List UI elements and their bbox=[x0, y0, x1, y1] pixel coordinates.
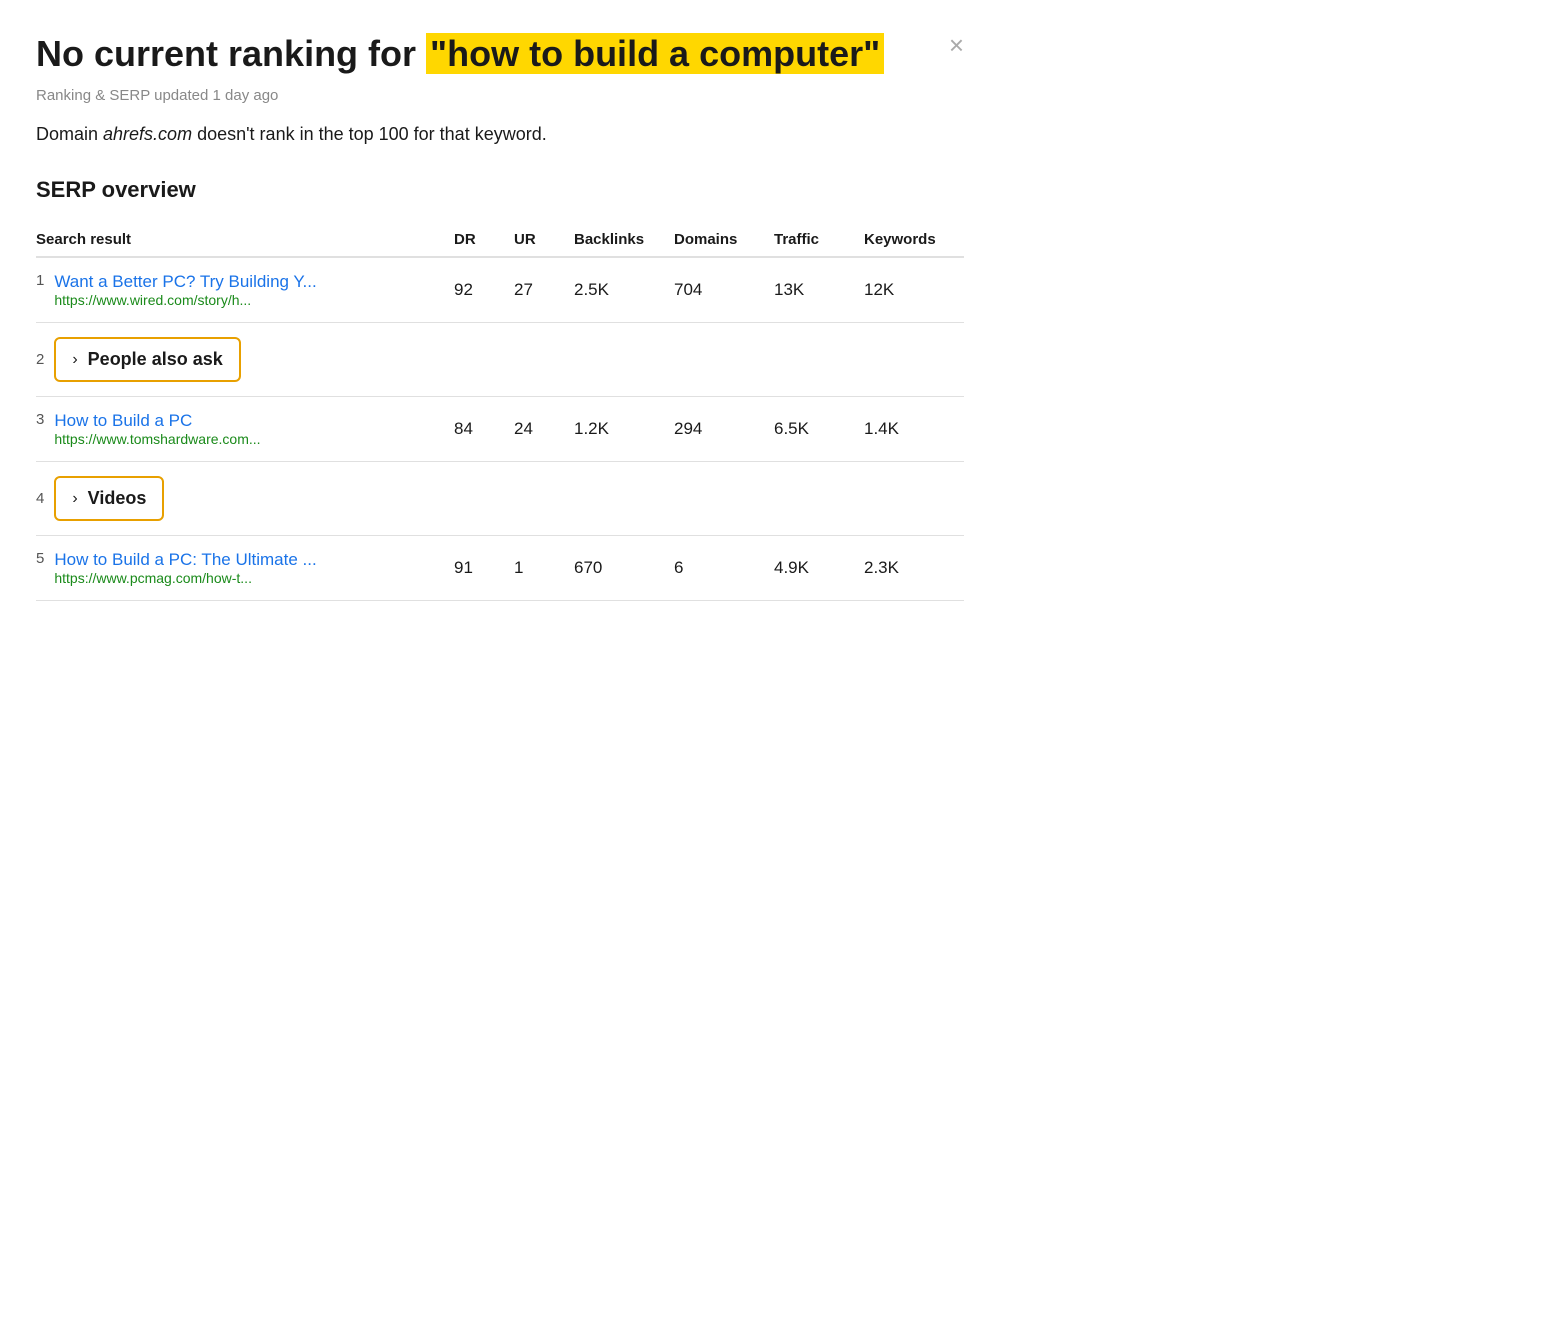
domain-suffix: doesn't rank in the top 100 for that key… bbox=[192, 124, 547, 144]
traffic-value: 13K bbox=[774, 280, 864, 300]
result-url-link[interactable]: https://www.pcmag.com/how-t... bbox=[54, 570, 316, 586]
result-title-link[interactable]: How to Build a PC: The Ultimate ... bbox=[54, 550, 316, 570]
keywords-value: 2.3K bbox=[864, 558, 964, 578]
result-content: How to Build a PC https://www.tomshardwa… bbox=[54, 411, 260, 447]
backlinks-value: 2.5K bbox=[574, 280, 674, 300]
serp-title: SERP overview bbox=[36, 177, 964, 203]
domains-value: 6 bbox=[674, 558, 774, 578]
traffic-value: 4.9K bbox=[774, 558, 864, 578]
col-ur: UR bbox=[514, 231, 574, 248]
table-row-special: 2 › People also ask bbox=[36, 323, 964, 397]
traffic-value: 6.5K bbox=[774, 419, 864, 439]
result-cell: 1 Want a Better PC? Try Building Y... ht… bbox=[36, 272, 454, 308]
domains-value: 294 bbox=[674, 419, 774, 439]
ur-value: 1 bbox=[514, 558, 574, 578]
chevron-icon: › bbox=[72, 490, 77, 508]
special-row-content: 2 › People also ask bbox=[36, 337, 964, 382]
keywords-value: 12K bbox=[864, 280, 964, 300]
result-cell: 3 How to Build a PC https://www.tomshard… bbox=[36, 411, 454, 447]
result-content: How to Build a PC: The Ultimate ... http… bbox=[54, 550, 316, 586]
row-index: 5 bbox=[36, 550, 44, 567]
dr-value: 91 bbox=[454, 558, 514, 578]
result-url-link[interactable]: https://www.tomshardware.com... bbox=[54, 431, 260, 447]
subtitle: Ranking & SERP updated 1 day ago bbox=[36, 87, 964, 104]
domains-value: 704 bbox=[674, 280, 774, 300]
title-prefix: No current ranking for bbox=[36, 33, 426, 74]
result-title-link[interactable]: Want a Better PC? Try Building Y... bbox=[54, 272, 316, 292]
results-table: Search result DR UR Backlinks Domains Tr… bbox=[36, 223, 964, 601]
col-keywords: Keywords bbox=[864, 231, 964, 248]
table-row-special: 4 › Videos bbox=[36, 462, 964, 536]
special-row-content: 4 › Videos bbox=[36, 476, 964, 521]
row-index: 2 bbox=[36, 351, 44, 368]
table-header: Search result DR UR Backlinks Domains Tr… bbox=[36, 223, 964, 258]
col-search-result: Search result bbox=[36, 231, 454, 248]
backlinks-value: 1.2K bbox=[574, 419, 674, 439]
title-highlight: "how to build a computer" bbox=[426, 33, 884, 74]
videos-label: Videos bbox=[88, 488, 147, 509]
close-button[interactable]: × bbox=[949, 32, 964, 58]
col-dr: DR bbox=[454, 231, 514, 248]
row-index: 4 bbox=[36, 490, 44, 507]
header-area: × No current ranking for "how to build a… bbox=[36, 32, 964, 145]
table-row: 5 How to Build a PC: The Ultimate ... ht… bbox=[36, 536, 964, 601]
videos-box[interactable]: › Videos bbox=[54, 476, 164, 521]
result-title-link[interactable]: How to Build a PC bbox=[54, 411, 260, 431]
ur-value: 24 bbox=[514, 419, 574, 439]
backlinks-value: 670 bbox=[574, 558, 674, 578]
col-domains: Domains bbox=[674, 231, 774, 248]
result-cell: 5 How to Build a PC: The Ultimate ... ht… bbox=[36, 550, 454, 586]
dr-value: 84 bbox=[454, 419, 514, 439]
people-also-ask-label: People also ask bbox=[88, 349, 223, 370]
result-url-link[interactable]: https://www.wired.com/story/h... bbox=[54, 292, 316, 308]
serp-section: SERP overview Search result DR UR Backli… bbox=[36, 177, 964, 601]
keywords-value: 1.4K bbox=[864, 419, 964, 439]
ur-value: 27 bbox=[514, 280, 574, 300]
table-row: 3 How to Build a PC https://www.tomshard… bbox=[36, 397, 964, 462]
col-traffic: Traffic bbox=[774, 231, 864, 248]
people-also-ask-box[interactable]: › People also ask bbox=[54, 337, 240, 382]
domain-name: ahrefs.com bbox=[103, 124, 192, 144]
table-row: 1 Want a Better PC? Try Building Y... ht… bbox=[36, 258, 964, 323]
dr-value: 92 bbox=[454, 280, 514, 300]
row-index: 1 bbox=[36, 272, 44, 289]
domain-info: Domain ahrefs.com doesn't rank in the to… bbox=[36, 124, 964, 145]
page-title: No current ranking for "how to build a c… bbox=[36, 32, 896, 75]
col-backlinks: Backlinks bbox=[574, 231, 674, 248]
chevron-icon: › bbox=[72, 351, 77, 369]
result-content: Want a Better PC? Try Building Y... http… bbox=[54, 272, 316, 308]
row-index: 3 bbox=[36, 411, 44, 428]
domain-prefix: Domain bbox=[36, 124, 103, 144]
